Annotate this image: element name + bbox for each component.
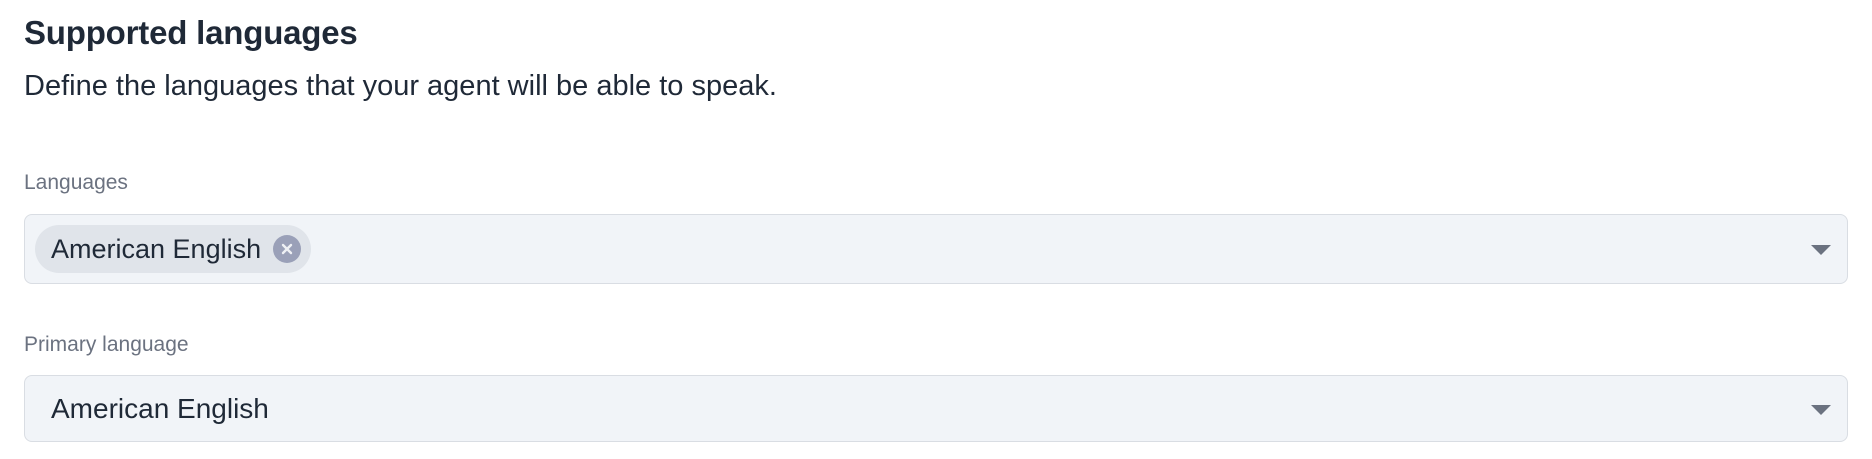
- primary-language-value: American English: [51, 392, 269, 424]
- chevron-down-icon[interactable]: [1811, 404, 1831, 415]
- supported-languages-section: Supported languages Define the languages…: [0, 0, 1872, 459]
- language-chip-label: American English: [51, 233, 262, 264]
- primary-language-label: Primary language: [24, 333, 189, 356]
- languages-label: Languages: [24, 171, 128, 194]
- section-description: Define the languages that your agent wil…: [24, 70, 777, 102]
- close-circle-icon[interactable]: [273, 235, 302, 263]
- primary-language-select[interactable]: American English: [24, 375, 1848, 442]
- chevron-down-icon[interactable]: [1811, 245, 1831, 255]
- languages-multiselect[interactable]: American English: [24, 214, 1848, 284]
- section-title: Supported languages: [24, 14, 358, 51]
- language-chip: American English: [35, 225, 312, 273]
